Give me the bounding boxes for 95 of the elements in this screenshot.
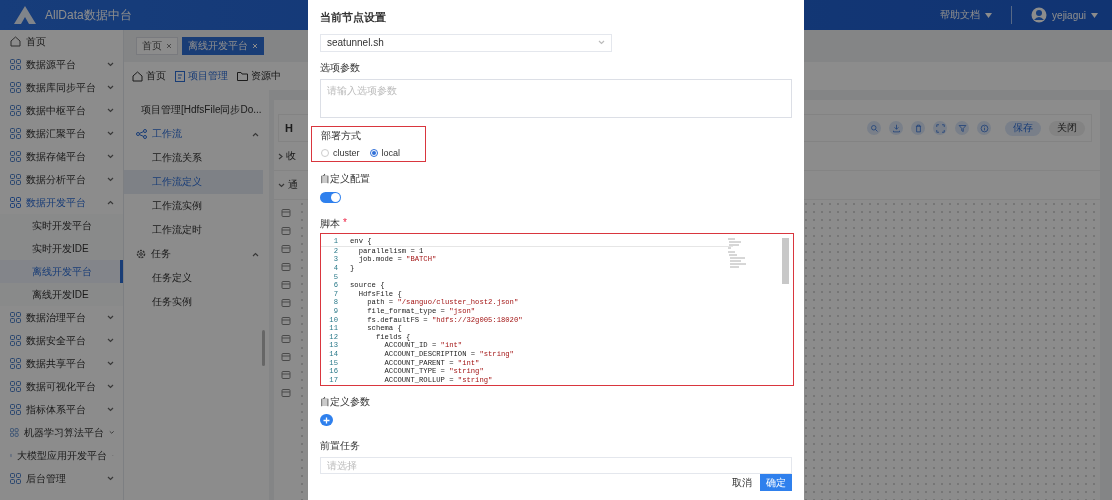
filter-button[interactable] <box>955 121 969 135</box>
sidebar-item[interactable]: 数据治理平台 <box>0 306 123 329</box>
cancel-button[interactable]: 取消 <box>732 474 752 491</box>
search-button[interactable] <box>867 121 881 135</box>
caret-down-icon <box>1091 12 1098 18</box>
sidebar-item[interactable]: 数据共享平台 <box>0 352 123 375</box>
home-icon <box>132 70 143 82</box>
trash-icon <box>913 123 923 133</box>
node-icon[interactable] <box>281 352 291 362</box>
close-button[interactable]: 关闭 <box>1049 120 1085 136</box>
node-icon[interactable] <box>281 280 291 290</box>
confirm-button[interactable]: 确定 <box>760 474 792 491</box>
code-editor[interactable] <box>320 233 794 386</box>
help-menu[interactable]: 帮助文档 <box>940 8 981 22</box>
logo-icon <box>14 6 36 24</box>
fullscreen-button[interactable] <box>933 121 947 135</box>
download-button[interactable] <box>889 121 903 135</box>
menu-item[interactable]: 工作流关系 <box>124 146 263 170</box>
node-icon[interactable] <box>281 316 291 326</box>
node-icon[interactable] <box>281 388 291 398</box>
sidebar-item[interactable]: 数据源平台 <box>0 53 123 76</box>
minimap-drawing <box>727 238 749 271</box>
node-icon[interactable] <box>281 226 291 236</box>
node-icon[interactable] <box>281 208 291 218</box>
field-label: 自定义配置 <box>320 171 371 186</box>
sidebar-item[interactable]: 数据可视化平台 <box>0 375 123 398</box>
trash-button[interactable] <box>911 121 925 135</box>
node-icon[interactable] <box>281 334 291 344</box>
project-selector[interactable]: 项目管理[HdfsFile同步Do... <box>124 98 269 122</box>
page-tab[interactable]: 离线开发平台 <box>182 37 264 55</box>
fullscreen-icon <box>935 123 945 133</box>
home-icon <box>10 36 21 47</box>
folder-icon <box>237 71 248 81</box>
save-button[interactable]: 保存 <box>1005 120 1041 136</box>
sidebar-subitem[interactable]: 离线开发平台 <box>0 260 123 283</box>
plus-icon <box>323 416 330 424</box>
user-menu[interactable]: yejiagui <box>1052 9 1086 21</box>
field-label: 部署方式 <box>321 128 362 143</box>
sidebar-item[interactable]: 大模型应用开发平台 <box>0 444 123 467</box>
caret-down-icon <box>985 12 993 18</box>
script-select[interactable]: seatunnel.sh <box>320 34 612 52</box>
sidebar-item[interactable]: 后台管理 <box>0 467 123 490</box>
menu-item[interactable]: 任务定义 <box>124 266 263 290</box>
share-icon <box>136 129 147 139</box>
node-icon[interactable] <box>281 370 291 380</box>
download-icon <box>891 123 901 133</box>
close-icon[interactable] <box>166 43 172 49</box>
add-button[interactable] <box>320 413 333 427</box>
sidebar-item[interactable]: 首页 <box>0 30 123 53</box>
nav-link[interactable]: 资源中 <box>237 69 281 83</box>
menu-group[interactable]: 任务 <box>124 242 269 266</box>
chevron-up-icon <box>252 131 259 137</box>
toggle-switch[interactable] <box>320 191 341 204</box>
document-icon <box>175 70 185 82</box>
field-label: 脚本 <box>320 217 340 232</box>
nav-link[interactable]: 首页 <box>132 69 166 83</box>
filter-icon <box>957 123 967 133</box>
node-icon[interactable] <box>281 244 291 254</box>
sidebar-item[interactable]: 数据汇聚平台 <box>0 122 123 145</box>
sidebar-item[interactable]: 数据安全平台 <box>0 329 123 352</box>
node-icon[interactable] <box>281 262 291 272</box>
chevron-up-icon <box>252 251 259 257</box>
chevron-up-icon <box>107 200 114 205</box>
page-tab[interactable]: 首页 <box>136 37 178 55</box>
sidebar-item[interactable]: 指标体系平台 <box>0 398 123 421</box>
required-mark: * <box>343 217 347 231</box>
field-label: 自定义参数 <box>320 394 371 409</box>
info-icon <box>979 123 989 133</box>
sidebar-item[interactable]: 数据存储平台 <box>0 145 123 168</box>
drawer-title: 当前节点设置 <box>320 10 387 25</box>
sidebar-item[interactable]: 数据开发平台 <box>0 191 123 214</box>
menu-item[interactable]: 工作流定时 <box>124 218 263 242</box>
chevron-right-icon <box>278 152 283 160</box>
sidebar-item[interactable]: 数据分析平台 <box>0 168 123 191</box>
workflow-title: H <box>285 122 294 134</box>
search-icon <box>869 123 879 133</box>
radio-option[interactable]: local <box>369 147 401 158</box>
scrollbar[interactable] <box>262 330 265 366</box>
sidebar-item[interactable]: 机器学习算法平台 <box>0 421 123 444</box>
menu-item[interactable]: 工作流定义 <box>124 170 263 194</box>
sidebar-item[interactable]: 数据中枢平台 <box>0 99 123 122</box>
node-icon[interactable] <box>281 298 291 308</box>
field-label: 选项参数 <box>320 60 361 75</box>
menu-item[interactable]: 工作流实例 <box>124 194 263 218</box>
menu-item[interactable]: 任务实例 <box>124 290 263 314</box>
radio-option[interactable]: cluster <box>321 147 360 158</box>
avatar-icon[interactable] <box>1031 7 1048 23</box>
app-title: AllData数据中台 <box>45 6 132 24</box>
sidebar-item[interactable]: 数据库同步平台 <box>0 76 123 99</box>
nav-link[interactable]: 项目管理 <box>175 69 228 83</box>
menu-group[interactable]: 工作流 <box>124 122 269 146</box>
scrollbar[interactable] <box>782 238 789 285</box>
info-button[interactable] <box>977 121 991 135</box>
gear-icon <box>136 249 146 259</box>
field-label: 前置任务 <box>320 439 361 454</box>
